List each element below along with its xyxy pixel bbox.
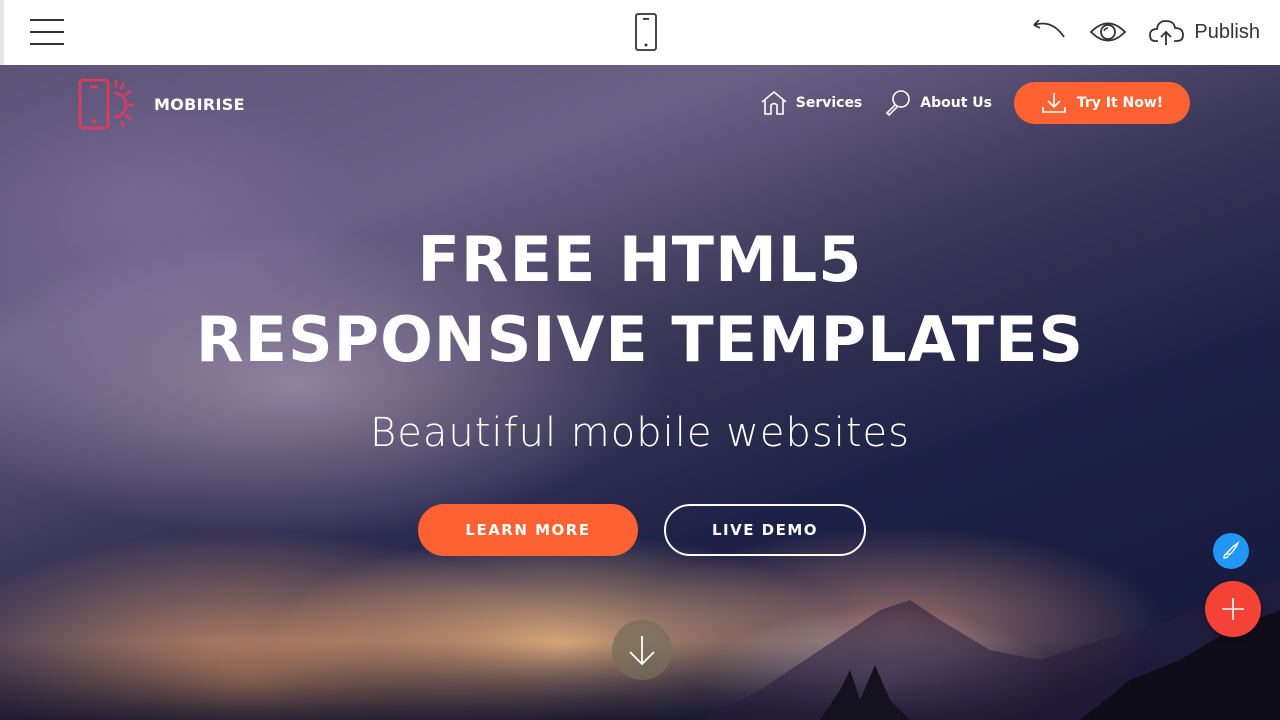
scroll-down-button[interactable] bbox=[612, 620, 672, 680]
eye-icon[interactable] bbox=[1088, 14, 1128, 50]
plus-icon bbox=[1222, 598, 1244, 620]
arrow-down-icon bbox=[629, 636, 655, 666]
home-icon bbox=[761, 90, 787, 115]
phone-sun-logo-icon bbox=[78, 78, 134, 130]
hero-title-line2: RESPONSIVE TEMPLATES bbox=[195, 303, 1085, 376]
hamburger-line bbox=[30, 19, 64, 21]
search-icon bbox=[886, 90, 911, 117]
mobile-phone-icon[interactable] bbox=[632, 12, 660, 52]
hero-title-line1: FREE HTML5 bbox=[417, 223, 863, 296]
brand-logo[interactable]: MOBIRISE bbox=[78, 77, 245, 131]
publish-label: Publish bbox=[1194, 20, 1260, 43]
cloud-upload-icon bbox=[1149, 20, 1185, 45]
brush-icon bbox=[1223, 541, 1240, 559]
learn-more-button[interactable]: LEARN MORE bbox=[418, 504, 638, 556]
nav-item-label: Services bbox=[795, 95, 863, 111]
mountain-silhouette bbox=[700, 580, 1280, 720]
add-block-fab-button[interactable] bbox=[1205, 581, 1261, 637]
nav-item-label: About Us bbox=[920, 95, 992, 111]
undo-icon[interactable] bbox=[1030, 14, 1070, 50]
download-icon bbox=[1042, 93, 1066, 113]
hero-subtitle: Beautiful mobile websites bbox=[370, 410, 910, 456]
hamburger-line bbox=[30, 43, 64, 45]
nav-item-about-us[interactable]: About Us bbox=[884, 89, 992, 117]
nav-links: Services About Us Try It Now! bbox=[760, 82, 1190, 124]
toolbar-actions: Publish bbox=[1012, 14, 1260, 50]
try-it-now-label: Try It Now! bbox=[1076, 95, 1164, 111]
hamburger-icon[interactable] bbox=[26, 17, 66, 47]
hero-title: FREE HTML5 RESPONSIVE TEMPLATES bbox=[0, 220, 1280, 380]
try-it-now-button[interactable]: Try It Now! bbox=[1014, 82, 1190, 124]
editor-toolbar: Publish bbox=[0, 0, 1280, 65]
hero-section: MOBIRISE Services About Us Try It Now! F… bbox=[0, 65, 1280, 720]
nav-item-services[interactable]: Services bbox=[760, 90, 863, 116]
style-fab-button[interactable] bbox=[1213, 533, 1249, 569]
publish-button[interactable]: Publish bbox=[1148, 17, 1260, 47]
live-demo-button[interactable]: LIVE DEMO bbox=[664, 504, 866, 556]
site-navbar: MOBIRISE Services About Us Try It Now! bbox=[0, 65, 1280, 145]
hamburger-line bbox=[30, 31, 64, 33]
brand-name: MOBIRISE bbox=[154, 94, 245, 114]
